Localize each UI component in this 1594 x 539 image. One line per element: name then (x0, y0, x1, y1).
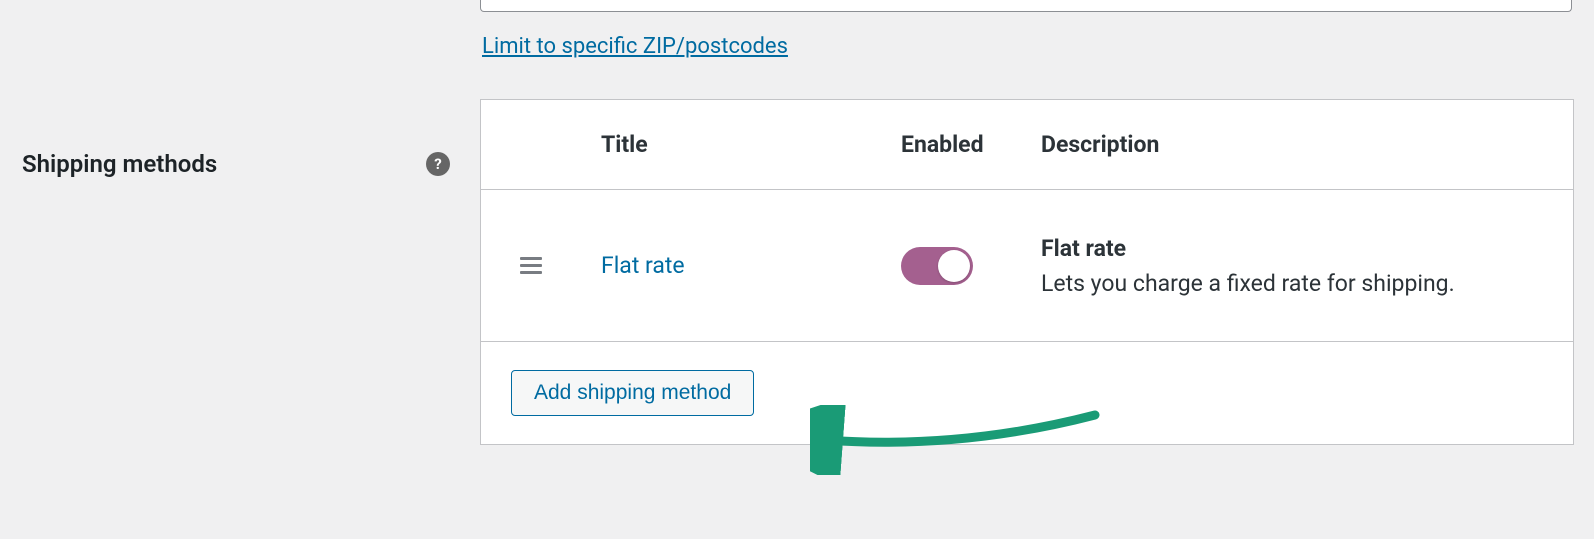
region-input-bottom-edge[interactable] (480, 0, 1572, 12)
drag-handle-icon[interactable] (481, 257, 581, 274)
table-row: Flat rate Flat rate Lets you charge a fi… (481, 190, 1573, 342)
method-desc-text: Lets you charge a fixed rate for shippin… (1041, 270, 1553, 297)
shipping-methods-label: Shipping methods (22, 150, 217, 178)
header-description: Description (1041, 131, 1573, 158)
header-title: Title (581, 131, 901, 158)
method-title-link[interactable]: Flat rate (601, 252, 685, 279)
enabled-toggle[interactable] (901, 247, 973, 285)
limit-zip-link[interactable]: Limit to specific ZIP/postcodes (482, 34, 788, 59)
header-enabled: Enabled (901, 131, 1041, 158)
table-header-row: Title Enabled Description (481, 100, 1573, 190)
shipping-methods-table: Title Enabled Description Flat rate Flat (480, 99, 1574, 445)
help-icon[interactable]: ? (426, 152, 450, 176)
toggle-knob (938, 250, 970, 282)
add-shipping-method-button[interactable]: Add shipping method (511, 370, 754, 416)
method-desc-title: Flat rate (1041, 235, 1553, 262)
